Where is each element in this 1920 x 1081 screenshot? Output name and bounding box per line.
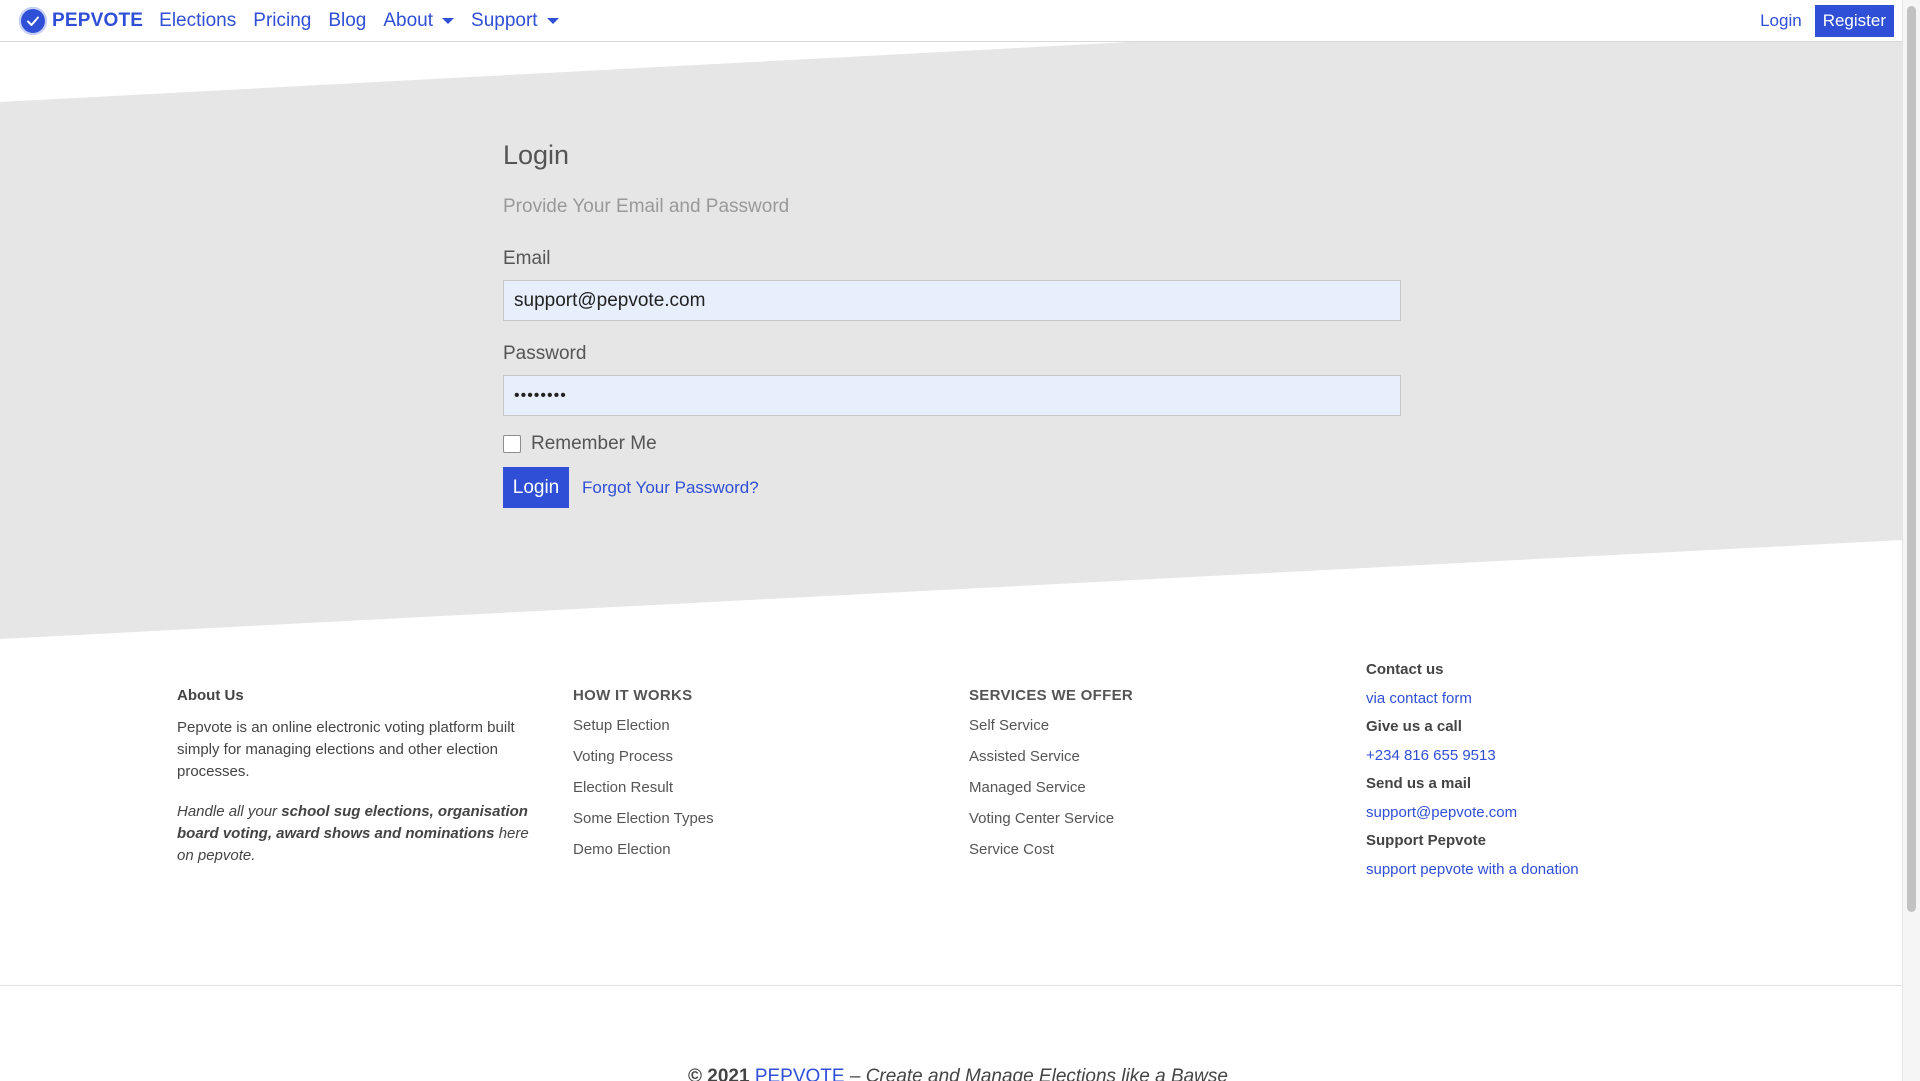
service-item-voting-center[interactable]: Voting Center Service bbox=[969, 810, 1133, 828]
support-pepvote-title: Support Pepvote bbox=[1366, 832, 1487, 849]
footer-how-it-works: HOW IT WORKS Setup Election Voting Proce… bbox=[573, 687, 714, 859]
password-label: Password bbox=[503, 343, 587, 364]
remember-me-row: Remember Me bbox=[503, 433, 1401, 455]
about-tagline-prefix: Handle all your bbox=[177, 803, 282, 820]
nav-about-label: About bbox=[383, 9, 434, 31]
contact-form-block: Contact us via contact form bbox=[1366, 661, 1579, 707]
footer-divider bbox=[0, 985, 1902, 986]
copyright: © 2021 PEPVOTE – Create and Manage Elect… bbox=[688, 1066, 1228, 1081]
service-item-managed[interactable]: Managed Service bbox=[969, 779, 1133, 797]
about-tagline: Handle all your school sug elections, or… bbox=[177, 801, 537, 867]
footer-about: About Us Pepvote is an online electronic… bbox=[177, 687, 537, 867]
email-label: Email bbox=[503, 248, 551, 269]
service-item-assisted[interactable]: Assisted Service bbox=[969, 748, 1133, 766]
call-block: Give us a call +234 816 655 9513 bbox=[1366, 718, 1579, 764]
copyright-brand-link[interactable]: PEPVOTE bbox=[755, 1066, 845, 1081]
password-value: •••••••• bbox=[514, 386, 567, 404]
password-input[interactable]: •••••••• bbox=[503, 375, 1401, 416]
register-button[interactable]: Register bbox=[1814, 4, 1894, 37]
how-item-election-result[interactable]: Election Result bbox=[573, 779, 714, 797]
caret-down-icon bbox=[546, 17, 559, 24]
nav-elections[interactable]: Elections bbox=[159, 10, 236, 32]
how-item-setup-election[interactable]: Setup Election bbox=[573, 717, 714, 735]
login-title: Login bbox=[503, 140, 570, 170]
email-value: support@pepvote.com bbox=[514, 289, 706, 311]
copyright-tagline: – Create and Manage Elections like a Baw… bbox=[849, 1066, 1228, 1081]
login-subtitle: Provide Your Email and Password bbox=[503, 196, 790, 217]
nav-auth: Login Register bbox=[1760, 4, 1894, 37]
brand-link[interactable]: PEPVOTE bbox=[19, 6, 144, 35]
about-title: About Us bbox=[177, 687, 244, 704]
forgot-password-link[interactable]: Forgot Your Password? bbox=[582, 478, 759, 498]
donation-block: Support Pepvote support pepvote with a d… bbox=[1366, 832, 1579, 878]
top-navbar: PEPVOTE Elections Pricing Blog About Sup… bbox=[0, 0, 1902, 42]
call-title: Give us a call bbox=[1366, 718, 1462, 735]
donation-link[interactable]: support pepvote with a donation bbox=[1366, 861, 1579, 878]
how-it-works-title: HOW IT WORKS bbox=[573, 687, 693, 704]
login-form: Login Provide Your Email and Password Em… bbox=[503, 140, 1401, 508]
nav-login-link[interactable]: Login bbox=[1760, 11, 1802, 31]
copyright-year: © 2021 bbox=[688, 1066, 750, 1081]
nav-blog[interactable]: Blog bbox=[328, 10, 366, 32]
remember-me-label[interactable]: Remember Me bbox=[531, 433, 657, 455]
nav-about-dropdown[interactable]: About bbox=[383, 9, 455, 32]
how-item-election-types[interactable]: Some Election Types bbox=[573, 810, 714, 828]
contact-us-title: Contact us bbox=[1366, 661, 1444, 678]
service-item-self[interactable]: Self Service bbox=[969, 717, 1133, 735]
email-input[interactable]: support@pepvote.com bbox=[503, 280, 1401, 321]
login-actions: Login Forgot Your Password? bbox=[503, 467, 1401, 508]
footer-services: SERVICES WE OFFER Self Service Assisted … bbox=[969, 687, 1133, 859]
service-item-cost[interactable]: Service Cost bbox=[969, 841, 1133, 859]
login-button[interactable]: Login bbox=[503, 467, 569, 508]
contact-form-link[interactable]: via contact form bbox=[1366, 690, 1579, 707]
footer-contact: Contact us via contact form Give us a ca… bbox=[1366, 661, 1579, 889]
phone-link[interactable]: +234 816 655 9513 bbox=[1366, 747, 1579, 764]
nav-support-label: Support bbox=[471, 9, 538, 31]
nav-links: Elections Pricing Blog About Support bbox=[159, 10, 575, 32]
nav-support-dropdown[interactable]: Support bbox=[471, 10, 559, 32]
page-scrollbar[interactable] bbox=[1902, 0, 1920, 1081]
check-logo-icon bbox=[19, 6, 47, 35]
nav-pricing[interactable]: Pricing bbox=[253, 10, 311, 32]
mail-block: Send us a mail support@pepvote.com bbox=[1366, 775, 1579, 821]
email-link[interactable]: support@pepvote.com bbox=[1366, 804, 1579, 821]
remember-me-checkbox[interactable] bbox=[503, 435, 521, 453]
services-title: SERVICES WE OFFER bbox=[969, 687, 1134, 704]
how-item-demo-election[interactable]: Demo Election bbox=[573, 841, 714, 859]
mail-title: Send us a mail bbox=[1366, 775, 1472, 792]
how-item-voting-process[interactable]: Voting Process bbox=[573, 748, 714, 766]
caret-down-icon bbox=[442, 17, 455, 24]
about-description: Pepvote is an online electronic voting p… bbox=[177, 719, 515, 780]
brand-name: PEPVOTE bbox=[52, 9, 144, 31]
scrollbar-thumb[interactable] bbox=[1907, 6, 1916, 912]
